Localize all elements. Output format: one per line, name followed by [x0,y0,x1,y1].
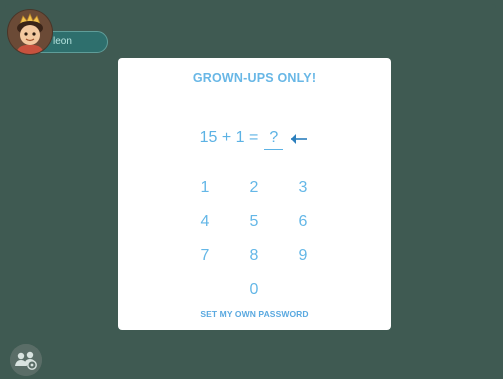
parental-gate-dialog: GROWN-UPS ONLY! 15 + 1 =? 1 2 3 4 5 6 7 … [118,58,391,330]
key-4[interactable]: 4 [188,209,222,235]
profiles-button[interactable] [10,344,42,376]
arrow-left-icon [289,129,309,149]
user-name: leon [53,36,72,47]
set-own-password-link[interactable]: SET MY OWN PASSWORD [118,309,391,319]
question-text: 15 + 1 = [199,129,259,146]
key-0[interactable]: 0 [237,277,271,303]
key-5[interactable]: 5 [237,209,271,235]
key-1[interactable]: 1 [188,175,222,201]
key-8[interactable]: 8 [237,243,271,269]
key-2[interactable]: 2 [237,175,271,201]
key-3[interactable]: 3 [286,175,320,201]
key-6[interactable]: 6 [286,209,320,235]
dialog-title: GROWN-UPS ONLY! [192,71,317,85]
child-avatar-icon[interactable] [8,10,52,54]
key-9[interactable]: 9 [286,243,320,269]
key-7[interactable]: 7 [188,243,222,269]
answer-field[interactable]: ? [264,129,284,150]
profiles-icon [10,344,42,376]
math-question: 15 + 1 =? [118,129,391,151]
